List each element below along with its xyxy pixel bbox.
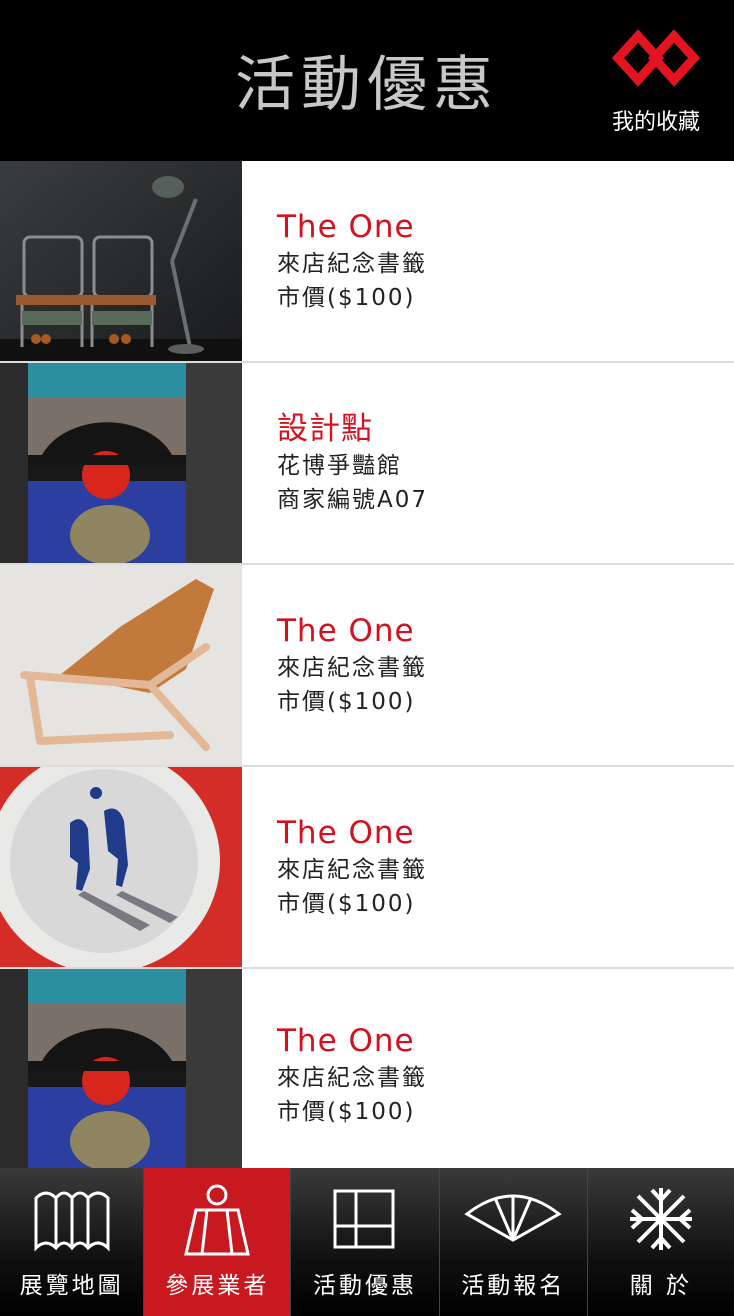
list-item[interactable]: The One 來店紀念書籤 市價($100) xyxy=(0,161,734,363)
item-title: The One xyxy=(277,209,415,245)
item-price: 市價($100) xyxy=(277,891,416,917)
item-title: The One xyxy=(277,613,415,649)
header-bar: 活動優惠 我的收藏 xyxy=(0,0,734,161)
item-price: 市價($100) xyxy=(277,689,416,715)
item-title: The One xyxy=(277,815,415,851)
tab-exhibition-map[interactable]: 展覽地圖 xyxy=(0,1168,145,1316)
tab-about[interactable]: 關 於 xyxy=(588,1168,734,1316)
item-description: 來店紀念書籤 xyxy=(277,251,427,277)
tab-label: 活動優惠 xyxy=(313,1273,418,1299)
item-title: 設計點 xyxy=(277,411,373,447)
tab-label: 關 於 xyxy=(629,1273,693,1299)
list-item[interactable]: 設計點 花博爭豔館 商家編號A07 xyxy=(0,363,734,565)
tab-promotions[interactable]: 活動優惠 xyxy=(291,1168,440,1316)
item-thumbnail xyxy=(0,363,242,563)
item-price: 商家編號A07 xyxy=(277,487,429,513)
map-icon xyxy=(34,1191,110,1252)
item-description: 來店紀念書籤 xyxy=(277,1065,427,1091)
list-item[interactable]: The One 來店紀念書籤 市價($100) xyxy=(0,969,734,1169)
favorites-label: 我的收藏 xyxy=(611,110,700,135)
tab-label: 展覽地圖 xyxy=(19,1273,124,1299)
exhibitor-icon xyxy=(184,1184,251,1256)
double-diamond-icon xyxy=(612,29,700,87)
item-thumbnail xyxy=(0,969,242,1169)
list-item[interactable]: The One 來店紀念書籤 市價($100) xyxy=(0,565,734,767)
tab-exhibitors[interactable]: 參展業者 xyxy=(144,1168,292,1316)
favorites-button[interactable]: 我的收藏 xyxy=(598,28,714,138)
item-thumbnail xyxy=(0,767,242,967)
bottom-nav: 展覽地圖 參展業者 活動優惠 活動報名 關 於 xyxy=(0,1168,734,1316)
grid-icon xyxy=(333,1189,395,1249)
item-description: 來店紀念書籤 xyxy=(277,655,427,681)
item-description: 花博爭豔館 xyxy=(277,453,402,479)
item-thumbnail xyxy=(0,161,242,361)
list-item[interactable]: The One 來店紀念書籤 市價($100) xyxy=(0,767,734,969)
snowflake-icon xyxy=(629,1188,692,1250)
item-price: 市價($100) xyxy=(277,285,416,311)
fan-icon xyxy=(464,1194,562,1242)
item-price: 市價($100) xyxy=(277,1099,416,1125)
tab-label: 參展業者 xyxy=(165,1273,270,1299)
item-description: 來店紀念書籤 xyxy=(277,857,427,883)
item-title: The One xyxy=(277,1023,415,1059)
tab-registration[interactable]: 活動報名 xyxy=(440,1168,588,1316)
item-thumbnail xyxy=(0,565,242,765)
tab-label: 活動報名 xyxy=(461,1273,566,1299)
promotion-list: The One 來店紀念書籤 市價($100) 設計點 花博爭豔館 商家編號A0… xyxy=(0,161,734,1169)
